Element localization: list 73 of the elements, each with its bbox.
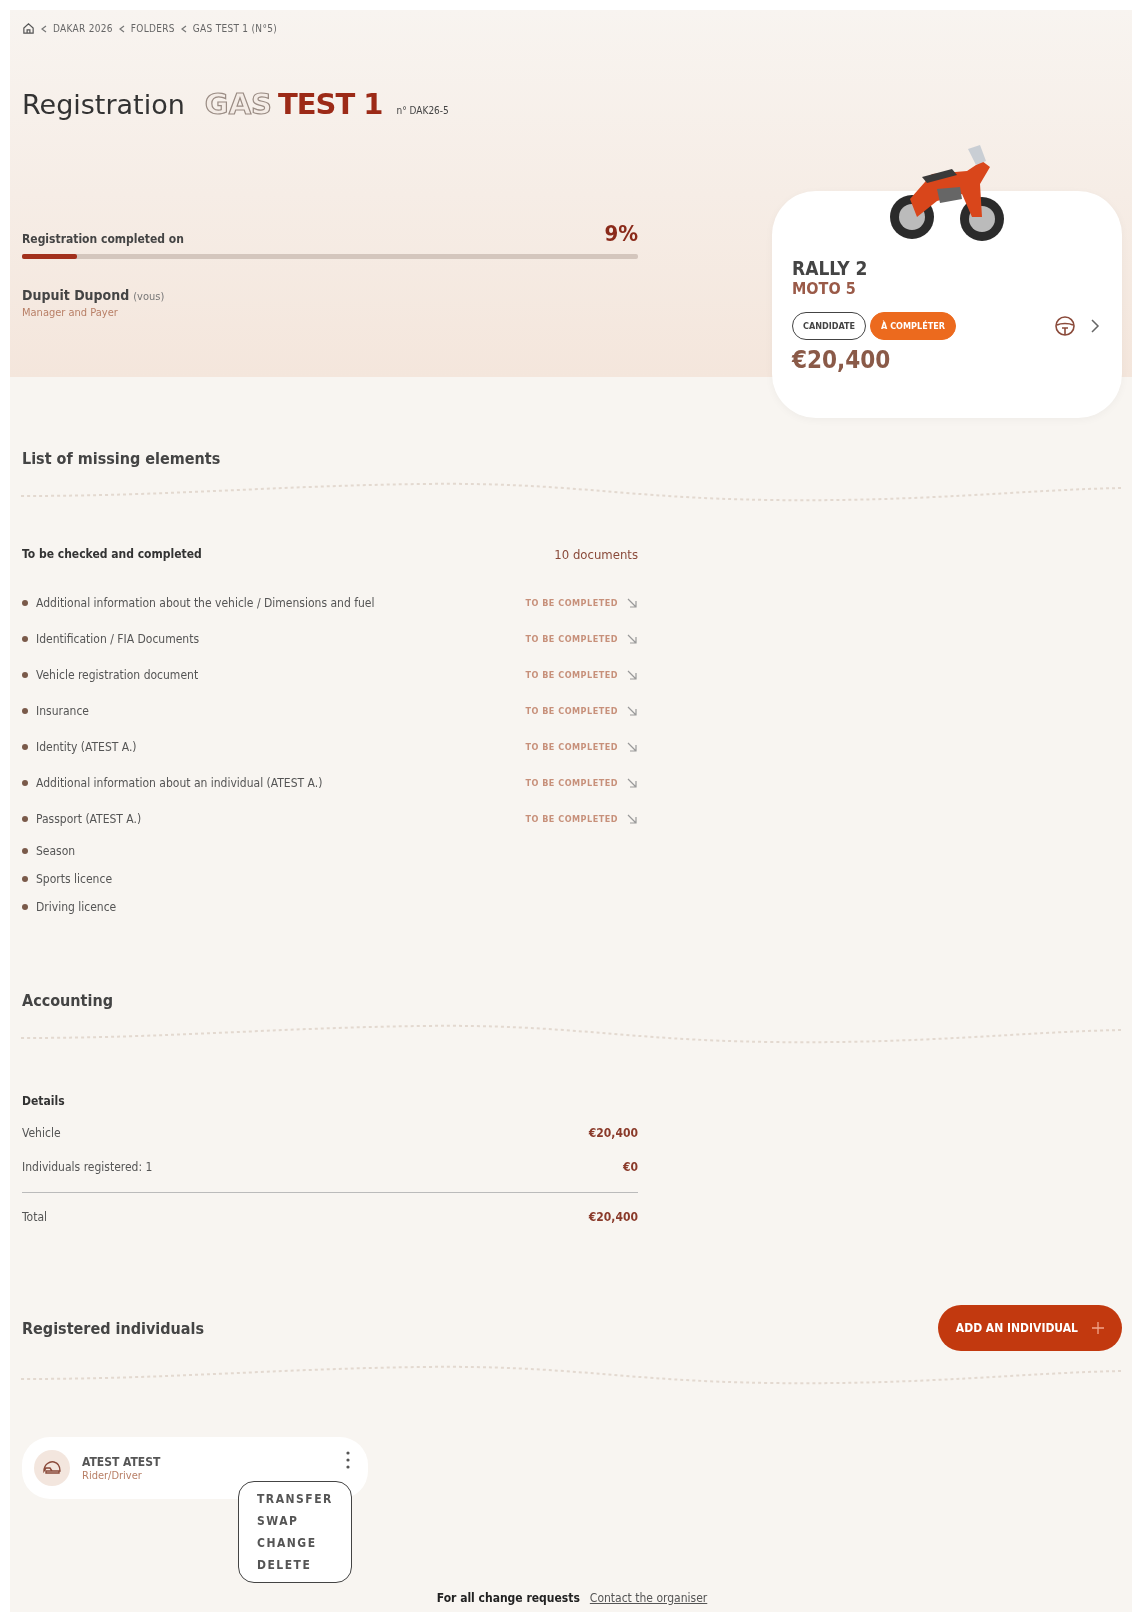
bullet-icon — [22, 708, 28, 714]
arrow-down-right-icon — [626, 597, 638, 609]
subsection-title: Details — [22, 1094, 66, 1108]
line-label: Vehicle — [22, 1126, 61, 1140]
menu-item[interactable]: TRANSFER — [257, 1488, 333, 1510]
status-badge: À COMPLÉTER — [870, 312, 956, 340]
owner-role: Manager and Payer — [22, 306, 119, 319]
plus-icon — [1092, 1322, 1104, 1334]
bullet-icon — [22, 904, 28, 910]
line-amount: €0 — [622, 1160, 638, 1174]
menu-item[interactable]: SWAP — [257, 1510, 333, 1532]
breadcrumb-link[interactable]: DAKAR 2026 — [53, 23, 113, 34]
progress-percent: 9% — [604, 221, 638, 246]
arrow-down-right-icon — [626, 741, 638, 753]
event-name: TEST 1 — [277, 87, 383, 121]
progress-label: Registration completed on — [22, 232, 184, 246]
arrow-down-right-icon — [626, 813, 638, 825]
person-role: Rider/Driver — [82, 1468, 143, 1482]
bullet-icon — [22, 744, 28, 750]
line-amount: €20,400 — [588, 1126, 638, 1140]
chevron-left-icon — [180, 24, 187, 33]
bullet-icon — [22, 848, 28, 854]
bullet-icon — [22, 876, 28, 882]
person-name: ATEST ATEST — [82, 1454, 162, 1469]
section-title: Registered individuals — [22, 1318, 204, 1338]
arrow-down-right-icon — [626, 669, 638, 681]
bullet-icon — [22, 816, 28, 822]
chevron-left-icon — [41, 24, 47, 33]
missing-item: Additional information about the vehicle / Dimensions and fuel — [36, 596, 375, 610]
page-title: Registration — [22, 89, 185, 120]
section-title: List of missing elements — [22, 449, 222, 468]
chevron-left-icon — [118, 24, 125, 33]
subsection-title: To be checked and completed — [22, 547, 202, 562]
contact-organiser-link[interactable]: Contact the organiser — [589, 1591, 708, 1605]
arrow-down-right-icon — [626, 777, 638, 789]
missing-item: Identity (ATEST A.) — [36, 740, 137, 754]
line-label: Individuals registered: 1 — [22, 1160, 153, 1174]
missing-item: Sports licence — [36, 872, 113, 886]
missing-item: Vehicle registration document — [36, 668, 199, 682]
chevron-right-icon — [1090, 318, 1100, 334]
event-name-outline: GAS — [204, 87, 272, 121]
menu-item[interactable]: CHANGE — [257, 1532, 333, 1554]
bullet-icon — [22, 672, 28, 678]
breadcrumb-link[interactable]: GAS TEST 1 (N°5) — [192, 23, 278, 34]
owner-name: Dupuit Dupond — [22, 287, 130, 303]
missing-item: Identification / FIA Documents — [36, 632, 200, 646]
owner-note: (vous) — [133, 290, 165, 303]
home-icon[interactable] — [22, 22, 35, 35]
bullet-icon — [22, 600, 28, 606]
missing-item: Driving licence — [36, 900, 117, 914]
vehicle-price: €20,400 — [792, 346, 892, 374]
helmet-icon — [34, 1450, 70, 1486]
footer-text: For all change requests — [436, 1591, 580, 1605]
total-label: Total — [22, 1210, 47, 1224]
steering-wheel-icon — [1054, 315, 1076, 337]
missing-item: Additional information about an individual (ATEST A.) — [36, 776, 323, 790]
missing-item: Season — [36, 844, 76, 858]
breadcrumb-link[interactable]: FOLDERS — [130, 23, 175, 34]
bullet-icon — [22, 780, 28, 786]
arrow-down-right-icon — [626, 705, 638, 717]
menu-item[interactable]: DELETE — [257, 1554, 333, 1576]
document-count: 10 documents — [554, 547, 638, 562]
vehicle-model: RALLY 2 — [792, 257, 869, 279]
vehicle-category: MOTO 5 — [792, 279, 857, 298]
bullet-icon — [22, 636, 28, 642]
total-amount: €20,400 — [588, 1210, 638, 1224]
vehicle-card[interactable]: RALLY 2 MOTO 5 CANDIDATE À COMPLÉTER €20,400 — [772, 191, 1122, 418]
arrow-down-right-icon — [626, 633, 638, 645]
missing-item: Passport (ATEST A.) — [36, 812, 142, 826]
registration-number: n° DAK26-5 — [396, 105, 449, 116]
add-individual-button[interactable]: ADD AN INDIVIDUAL — [937, 1305, 1122, 1351]
missing-item: Insurance — [36, 704, 89, 718]
section-title: Accounting — [22, 991, 114, 1010]
